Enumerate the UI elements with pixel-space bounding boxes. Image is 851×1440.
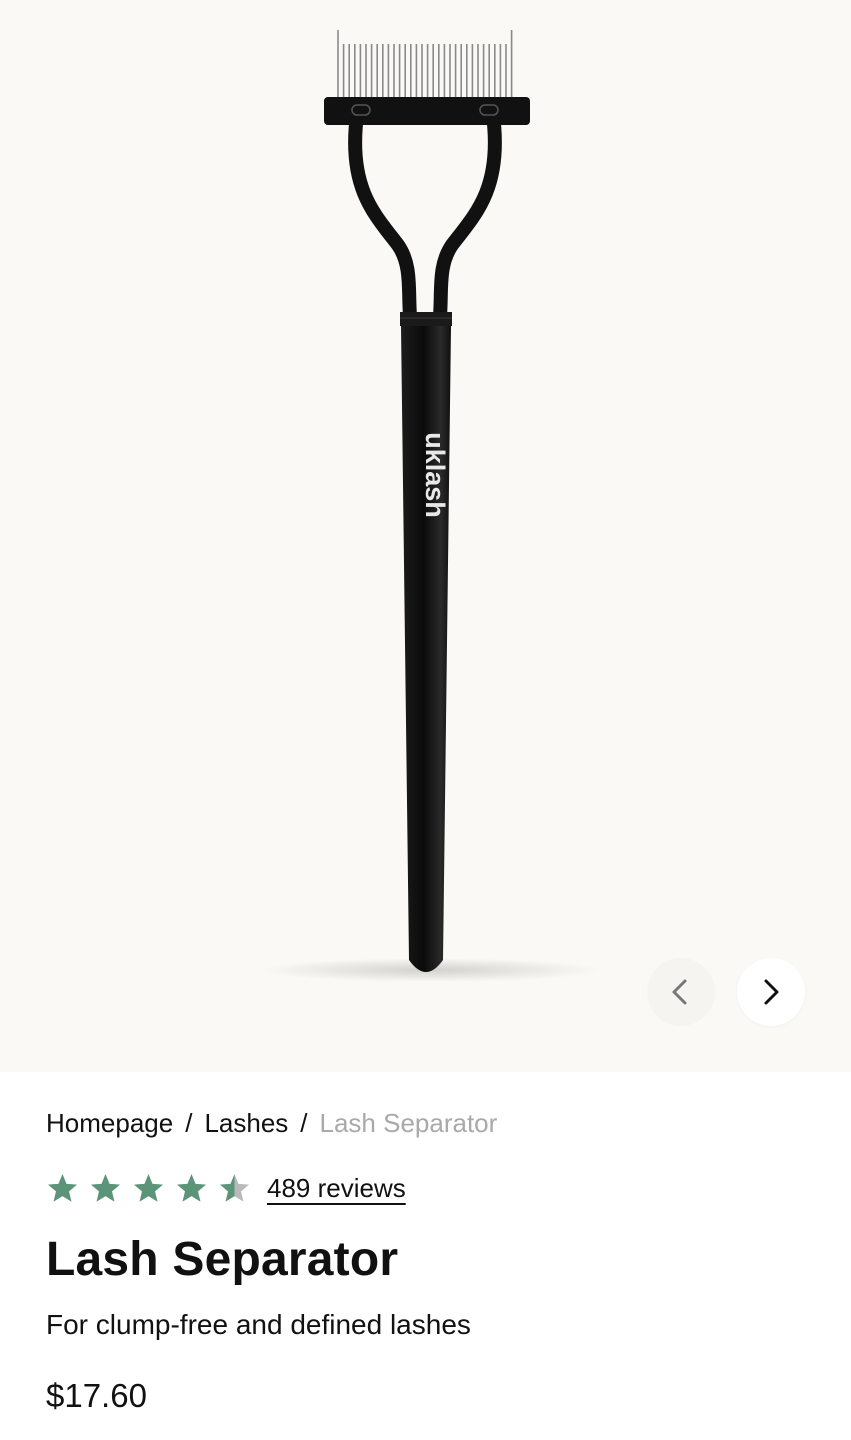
star-icon [177, 1174, 206, 1202]
star-icon [48, 1174, 77, 1202]
rating-row: 489 reviews [46, 1172, 406, 1205]
carousel-next-button[interactable] [737, 958, 805, 1026]
breadcrumb-separator: / [300, 1108, 308, 1138]
star-icon [134, 1174, 163, 1202]
star-icon [91, 1174, 120, 1202]
product-price: $17.60 [46, 1377, 147, 1414]
star-icon [220, 1174, 249, 1202]
product-image: uklash [260, 30, 600, 982]
carousel-prev-button[interactable] [647, 958, 715, 1026]
brand-mark: uklash [420, 432, 450, 518]
reviews-link[interactable]: 489 reviews [267, 1173, 406, 1204]
product-title: Lash Separator [46, 1233, 399, 1286]
product-subtitle: For clump-free and defined lashes [46, 1309, 471, 1340]
breadcrumb-homepage-link[interactable]: Homepage [46, 1106, 173, 1140]
breadcrumb-current-page: Lash Separator [319, 1108, 498, 1138]
product-image-carousel: uklash [0, 0, 851, 1072]
star-rating [46, 1172, 261, 1205]
chevron-right-icon [764, 979, 779, 1005]
breadcrumb: Homepage / Lashes / Lash Separator [46, 1106, 497, 1140]
breadcrumb-lashes-link[interactable]: Lashes [204, 1106, 288, 1140]
chevron-left-icon [672, 979, 687, 1005]
breadcrumb-separator: / [185, 1108, 193, 1138]
